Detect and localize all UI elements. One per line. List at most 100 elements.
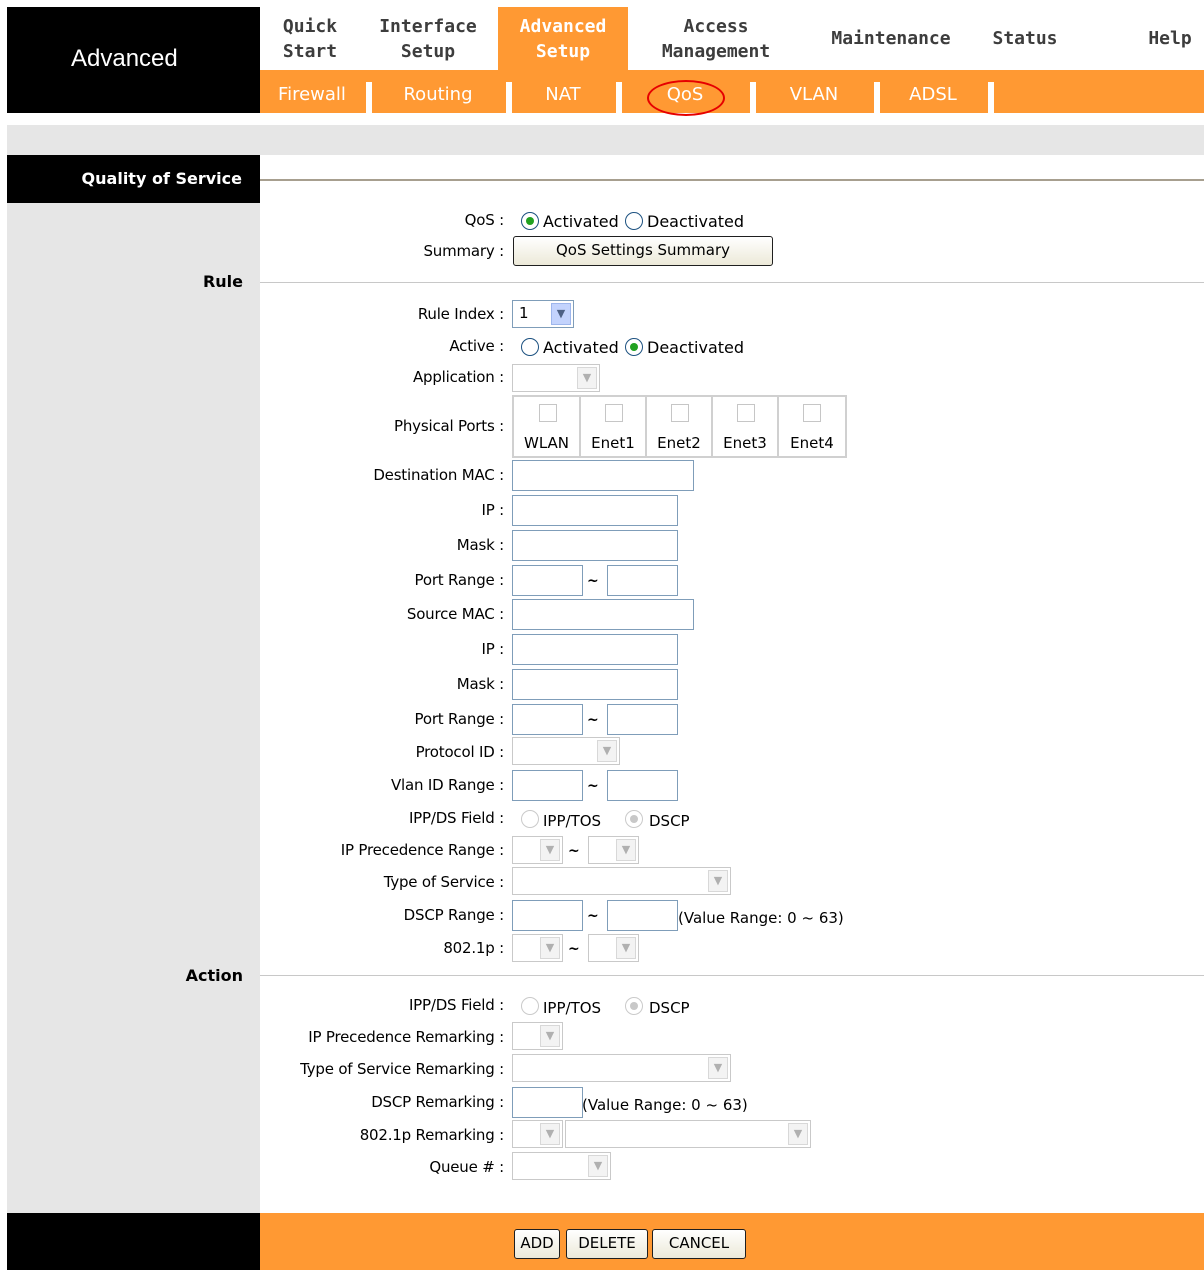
port-enet2-checkbox[interactable]	[671, 404, 689, 422]
nav-label: Interface	[379, 15, 477, 37]
port-cell: Enet2	[647, 397, 713, 456]
qos-activated-label: Activated	[543, 212, 619, 231]
source-port-start-input[interactable]	[512, 704, 583, 735]
spacer-band	[7, 125, 1204, 155]
ip-precedence-start-select[interactable]: ▼	[512, 836, 563, 864]
nav-interface-setup[interactable]: Interface Setup	[368, 7, 488, 70]
range-separator: ~	[568, 843, 580, 859]
port-enet3-checkbox[interactable]	[737, 404, 755, 422]
source-port-end-input[interactable]	[607, 704, 678, 735]
chevron-down-icon: ▼	[616, 839, 636, 861]
subnav-adsl[interactable]: ADSL	[880, 70, 986, 113]
active-deactivated-label: Deactivated	[647, 338, 745, 357]
port-cell: Enet4	[779, 397, 845, 456]
active-deactivated-radio[interactable]	[625, 338, 643, 356]
port-label: Enet4	[790, 434, 834, 452]
dot1p-remarking-label: 802.1p Remarking :	[359, 1126, 504, 1144]
source-mask-input[interactable]	[512, 669, 678, 700]
add-button[interactable]: ADD	[514, 1229, 560, 1259]
nav-label: Status	[992, 28, 1058, 49]
port-cell: Enet1	[581, 397, 647, 456]
rule-divider	[260, 282, 1204, 283]
qos-deactivated-radio[interactable]	[625, 212, 643, 230]
dscp-range-end-input[interactable]	[607, 900, 678, 931]
rule-index-select[interactable]: 1 ▼	[512, 300, 574, 328]
tos-remarking-select[interactable]: ▼	[512, 1054, 731, 1082]
source-ip-input[interactable]	[512, 634, 678, 665]
nav-label: Advanced	[519, 15, 607, 37]
destination-ip-input[interactable]	[512, 495, 678, 526]
rule-ipp-tos-label: IPP/TOS	[543, 812, 602, 830]
section-title: Quality of Service	[7, 155, 260, 203]
dscp-range-start-input[interactable]	[512, 900, 583, 931]
destination-port-end-input[interactable]	[607, 565, 678, 596]
destination-port-start-input[interactable]	[512, 565, 583, 596]
range-separator: ~	[568, 941, 580, 957]
ip-precedence-remarking-select[interactable]: ▼	[512, 1022, 563, 1050]
port-enet1-checkbox[interactable]	[605, 404, 623, 422]
chevron-down-icon: ▼	[788, 1123, 808, 1145]
qos-deactivated-label: Deactivated	[647, 212, 745, 231]
subnav-nat[interactable]: NAT	[512, 70, 614, 113]
port-label: Enet3	[723, 434, 767, 452]
subnav-firewall[interactable]: Firewall	[260, 70, 364, 113]
vlan-id-start-input[interactable]	[512, 770, 583, 801]
range-separator: ~	[587, 712, 599, 728]
summary-label: Summary :	[423, 242, 504, 260]
port-wlan-checkbox[interactable]	[539, 404, 557, 422]
chevron-down-icon: ▼	[540, 1123, 560, 1145]
dot1p-remarking-select[interactable]: ▼	[512, 1120, 563, 1148]
subnav-vlan[interactable]: VLAN	[756, 70, 872, 113]
nav-quick-start[interactable]: Quick Start	[260, 7, 360, 70]
rule-dscp-radio[interactable]	[625, 810, 643, 828]
rule-ipp-tos-radio[interactable]	[521, 810, 539, 828]
range-separator: ~	[587, 778, 599, 794]
chevron-down-icon: ▼	[551, 303, 571, 325]
dscp-remarking-input[interactable]	[512, 1087, 583, 1118]
left-column	[7, 203, 260, 1213]
qos-settings-summary-button[interactable]: QoS Settings Summary	[513, 236, 773, 266]
action-ipp-tos-radio[interactable]	[521, 997, 539, 1015]
type-of-service-select[interactable]: ▼	[512, 867, 731, 895]
delete-button[interactable]: DELETE	[566, 1229, 648, 1259]
rule-dscp-label: DSCP	[649, 812, 690, 830]
nav-help[interactable]: Help	[1130, 7, 1204, 70]
nav-advanced-setup[interactable]: Advanced Setup	[498, 7, 628, 70]
vlan-id-end-input[interactable]	[607, 770, 678, 801]
top-nav: Quick Start Interface Setup Advanced Setup …	[260, 7, 1204, 70]
destination-mask-label: Mask :	[456, 536, 504, 554]
nav-label: Maintenance	[831, 28, 951, 49]
destination-mac-input[interactable]	[512, 460, 694, 491]
dot1p-start-select[interactable]: ▼	[512, 934, 563, 962]
destination-mask-input[interactable]	[512, 530, 678, 561]
brand-title: Advanced	[7, 7, 260, 113]
dot1p-end-select[interactable]: ▼	[588, 934, 639, 962]
action-dscp-radio[interactable]	[625, 997, 643, 1015]
tos-remarking-label: Type of Service Remarking :	[300, 1060, 504, 1078]
nav-access-management[interactable]: Access Management	[640, 7, 792, 70]
rule-index-label: Rule Index :	[417, 305, 504, 323]
protocol-id-select[interactable]: ▼	[512, 737, 620, 765]
sub-nav: Firewall Routing NAT QoS VLAN ADSL	[260, 70, 1204, 116]
source-mac-input[interactable]	[512, 599, 694, 630]
destination-ip-label: IP :	[481, 501, 505, 519]
port-enet4-checkbox[interactable]	[803, 404, 821, 422]
nav-status[interactable]: Status	[982, 7, 1068, 70]
port-label: Enet1	[591, 434, 635, 452]
ip-precedence-end-select[interactable]: ▼	[588, 836, 639, 864]
nav-label: Help	[1148, 28, 1192, 49]
nav-label: Setup	[400, 40, 456, 62]
subnav-routing[interactable]: Routing	[372, 70, 504, 113]
action-dscp-label: DSCP	[649, 999, 690, 1017]
section-divider	[260, 179, 1204, 181]
queue-select[interactable]: ▼	[512, 1152, 611, 1180]
qos-activated-radio[interactable]	[521, 212, 539, 230]
active-activated-radio[interactable]	[521, 338, 539, 356]
application-label: Application :	[412, 368, 504, 386]
dot1p-remarking-desc-select[interactable]: ▼	[565, 1120, 811, 1148]
cancel-button[interactable]: CANCEL	[652, 1229, 746, 1259]
application-select[interactable]: ▼	[512, 364, 600, 392]
nav-maintenance[interactable]: Maintenance	[808, 7, 974, 70]
action-divider	[260, 975, 1204, 976]
port-cell: WLAN	[514, 397, 581, 456]
